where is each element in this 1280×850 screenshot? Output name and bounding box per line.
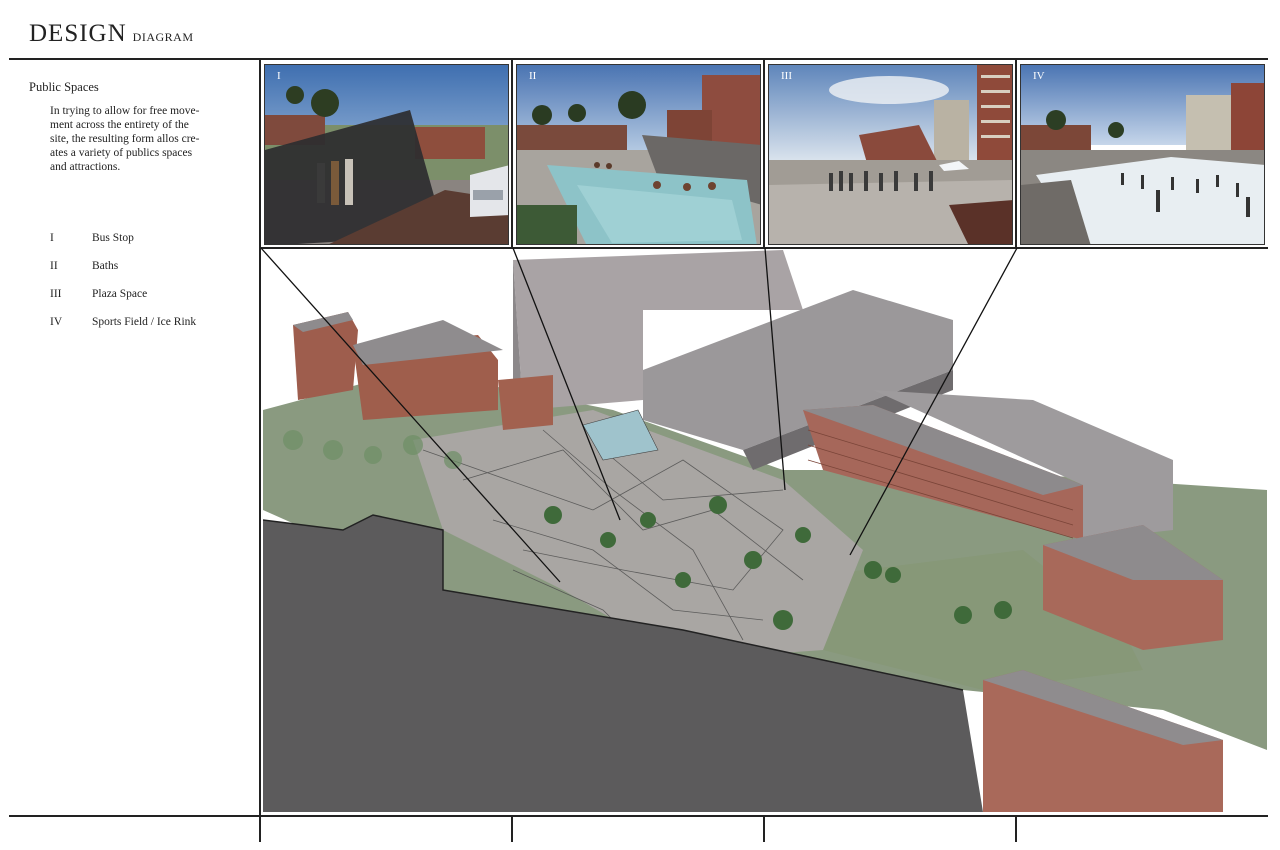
aerial-site-render xyxy=(263,250,1267,812)
legend-numeral: II xyxy=(50,260,58,272)
bottom-rule xyxy=(9,815,1268,817)
thumb-divider-2 xyxy=(511,58,513,248)
legend-label: Sports Field / Ice Rink xyxy=(92,316,197,328)
title-sub: diagram xyxy=(132,30,194,44)
thumbnail-numeral: III xyxy=(781,70,792,82)
foot-divider-2 xyxy=(511,815,513,842)
thumbnail-numeral: II xyxy=(529,70,537,82)
legend-numeral: III xyxy=(50,288,62,300)
title-main: Design xyxy=(29,20,127,47)
plaza-render-icon xyxy=(769,65,1012,244)
sidebar-description: In trying to allow for free move- ment a… xyxy=(50,105,200,173)
page-title: Design diagram xyxy=(29,20,194,48)
aerial-site-icon xyxy=(263,250,1267,812)
thumbnail-bus-stop: I xyxy=(264,64,509,245)
top-rule xyxy=(9,58,1268,60)
foot-divider-4 xyxy=(1015,815,1017,842)
legend-numeral: I xyxy=(50,232,54,244)
ice-rink-render-icon xyxy=(1021,65,1264,244)
sidebar-divider xyxy=(259,58,261,842)
thumbnail-numeral: IV xyxy=(1033,70,1045,82)
bus-stop-render-icon xyxy=(265,65,508,244)
thumbnail-baths: II xyxy=(516,64,761,245)
thumbnail-numeral: I xyxy=(277,70,281,82)
baths-render-icon xyxy=(517,65,760,244)
thumbnail-plaza: III xyxy=(768,64,1013,245)
thumb-divider-4 xyxy=(1015,58,1017,248)
thumbnail-ice-rink: IV xyxy=(1020,64,1265,245)
thumb-divider-3 xyxy=(763,58,765,248)
sidebar-heading: Public Spaces xyxy=(29,80,99,94)
legend-label: Plaza Space xyxy=(92,288,148,300)
thumb-baseline xyxy=(259,247,1268,249)
legend-label: Baths xyxy=(92,260,119,272)
foot-divider-3 xyxy=(763,815,765,842)
legend-label: Bus Stop xyxy=(92,232,134,244)
legend-numeral: IV xyxy=(50,316,63,328)
